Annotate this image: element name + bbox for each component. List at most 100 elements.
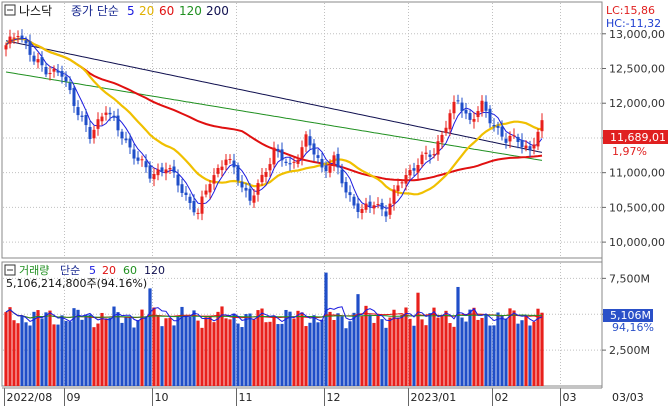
volume-bar: [152, 307, 156, 386]
candle-body: [424, 152, 428, 154]
volume-bar: [220, 306, 224, 386]
candle-body: [24, 40, 28, 44]
stock-chart: 나스닥 종가 단순 5 20 60 120 200 LC:15,86 HC:-1…: [0, 0, 670, 409]
volume-bar: [204, 317, 208, 386]
candle-body: [484, 101, 488, 111]
candle-body: [380, 202, 384, 210]
volume-bar: [192, 310, 196, 386]
candle-body: [536, 131, 540, 147]
volume-tick-label: 7,500M: [609, 272, 650, 285]
candle-body: [28, 41, 32, 55]
volume-bar: [408, 318, 412, 386]
candle-body: [344, 181, 348, 193]
candle-body: [172, 166, 176, 173]
candle-body: [144, 161, 148, 168]
candle-body: [104, 112, 108, 115]
indicator-label: 종가 단순: [71, 4, 119, 18]
candle-body: [100, 116, 104, 122]
candle-body: [320, 158, 324, 168]
volume-bar: [216, 311, 220, 386]
candle-body: [64, 76, 68, 82]
volume-bar: [396, 317, 400, 386]
volume-bar: [528, 325, 532, 386]
volume-bar: [540, 312, 544, 386]
volume-bar: [4, 312, 8, 386]
candle-body: [140, 159, 144, 161]
volume-bar: [212, 322, 216, 386]
volume-bar: [292, 318, 296, 386]
candle-body: [12, 37, 16, 39]
candle-body: [276, 148, 280, 152]
candle-body: [264, 172, 268, 177]
candle-body: [176, 174, 180, 186]
volume-bar: [400, 314, 404, 386]
date-label: 2023/01: [411, 391, 457, 404]
volume-bar: [476, 319, 480, 386]
volume-bar: [480, 317, 484, 386]
candle-body: [368, 201, 372, 207]
volume-bar: [160, 326, 164, 386]
volume-bar: [324, 272, 328, 386]
volume-value-label: 5,106,214,800주(94.16%): [6, 277, 147, 290]
volume-bar: [148, 288, 152, 386]
volume-bar: [352, 312, 356, 386]
candle-body: [88, 126, 92, 139]
price-tick-label: 12,000,00: [609, 97, 665, 110]
volume-bar: [304, 326, 308, 386]
volume-bar: [420, 319, 424, 386]
date-label-current: 03/03: [612, 391, 644, 404]
volume-bar: [468, 309, 472, 386]
change-label: 1,97%: [612, 145, 647, 158]
volume-bar: [288, 311, 292, 386]
candle-body: [108, 112, 112, 115]
price-tick-label: 11,000,00: [609, 167, 665, 180]
candle-body: [300, 147, 304, 159]
volume-bar: [308, 322, 312, 386]
vol-ma20-label: 20: [102, 264, 116, 277]
volume-bar: [164, 318, 168, 386]
volume-bar: [376, 315, 380, 386]
candle-body: [256, 183, 260, 195]
candle-body: [156, 169, 160, 176]
date-label: 02: [495, 391, 509, 404]
volume-bar: [276, 324, 280, 386]
volume-bar: [172, 325, 176, 386]
volume-bar: [336, 313, 340, 386]
candle-body: [136, 157, 140, 161]
price-tick-label: 10,000,00: [609, 236, 665, 249]
volume-bar: [260, 308, 264, 386]
candle-body: [332, 155, 336, 166]
candle-body: [188, 196, 192, 203]
candle-body: [76, 107, 80, 116]
volume-bar: [92, 327, 96, 386]
candle-body: [168, 167, 172, 170]
candle-body: [372, 205, 376, 209]
candle-body: [384, 211, 388, 217]
candle-body: [432, 154, 436, 156]
candle-body: [508, 135, 512, 142]
candle-body: [512, 135, 516, 137]
volume-bar: [236, 323, 240, 386]
candle-body: [204, 190, 208, 195]
volume-bar: [356, 294, 360, 386]
volume-tick-label: 2,500M: [609, 344, 650, 357]
volume-bar: [416, 292, 420, 386]
volume-bar: [344, 328, 348, 386]
candle-body: [56, 70, 60, 73]
candle-body: [308, 136, 312, 146]
last-price-label: 11,689,01: [610, 131, 666, 144]
candle-body: [492, 125, 496, 127]
volume-bar: [424, 325, 428, 386]
volume-bar: [264, 322, 268, 386]
ma120-label: 120: [179, 4, 202, 18]
candle-body: [376, 204, 380, 206]
volume-bar: [80, 319, 84, 386]
ma60-label: 60: [159, 4, 174, 18]
volume-bar: [440, 315, 444, 386]
volume-bar: [412, 325, 416, 386]
volume-bar: [436, 317, 440, 386]
volume-bar: [208, 316, 212, 386]
candle-body: [524, 145, 528, 149]
volume-bar: [520, 320, 524, 386]
candle-body: [280, 149, 284, 161]
